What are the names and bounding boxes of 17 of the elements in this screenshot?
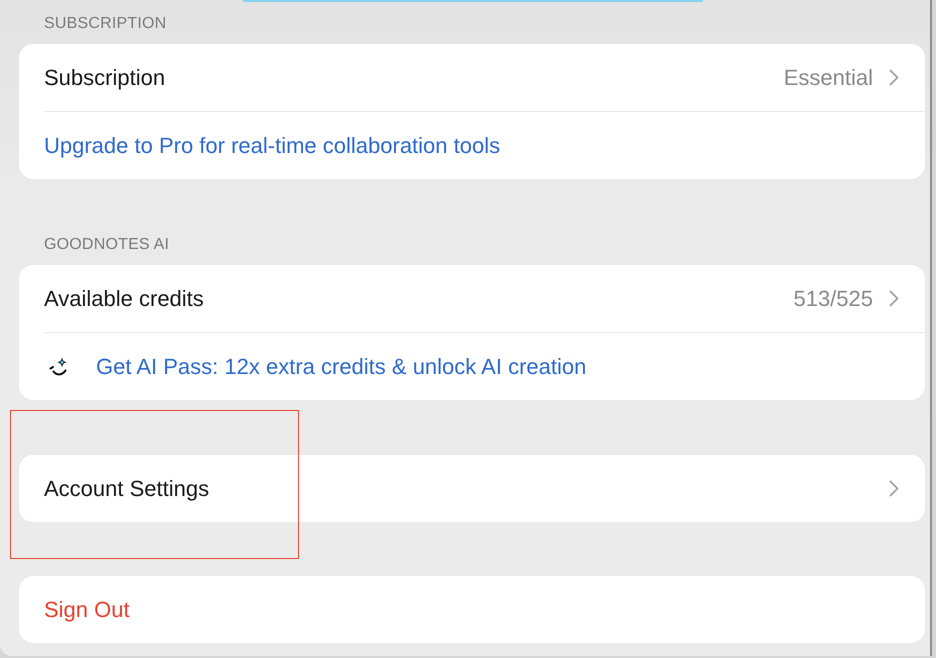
settings-row[interactable]: Subscription Essential [19,44,925,111]
chevron-icon [889,69,899,86]
chevron-icon [889,480,899,497]
row-value: Essential [784,64,873,90]
settings-row[interactable]: Available credits 513/525 [19,265,925,332]
section-header: GOODNOTES AI [43,235,170,255]
row-label: Subscription [44,64,166,90]
chevron-icon [889,290,899,307]
row-label: Available credits [44,286,204,312]
settings-row[interactable]: Account Settings [19,455,925,522]
row-value: 513/525 [793,286,873,312]
row-label: Account Settings [44,476,210,502]
sign-out-button[interactable]: Sign Out [19,576,925,643]
button-edge[interactable] [243,0,703,2]
upgrade-link[interactable]: Upgrade to Pro for real-time collaboration tools [19,112,925,179]
promo-link[interactable]: Get AI Pass: 12x extra credits & unlock AI creation [19,333,925,400]
section-header: SUBSCRIPTION [43,14,168,34]
